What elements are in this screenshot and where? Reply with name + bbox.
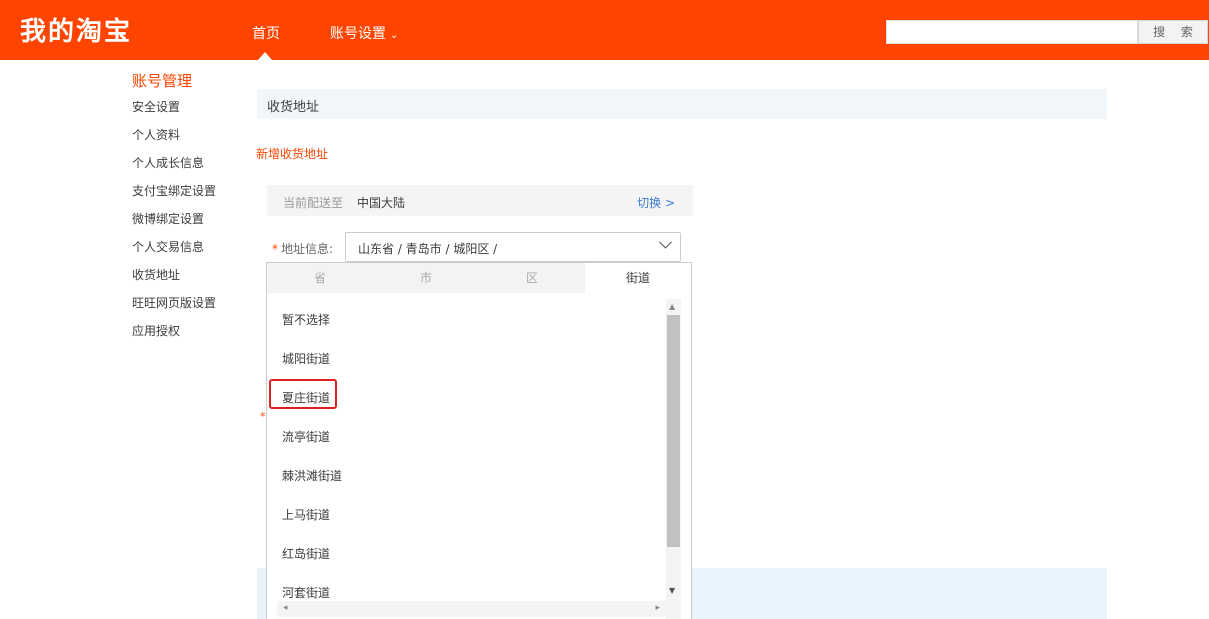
- search-button[interactable]: 搜 索: [1138, 20, 1208, 44]
- address-select-value: 山东省 / 青岛市 / 城阳区 /: [358, 242, 498, 256]
- sidebar-item-trade-info[interactable]: 个人交易信息: [132, 237, 216, 265]
- nav-home[interactable]: 首页: [252, 23, 280, 43]
- ship-to-bar: 当前配送至 中国大陆 切换 >: [267, 185, 693, 216]
- ship-to-value: 中国大陆: [357, 196, 406, 210]
- street-option[interactable]: 河套街道: [282, 584, 330, 601]
- vertical-scrollbar[interactable]: ▲ ▼: [666, 299, 681, 619]
- dropdown-tabs: 省 市 区 街道: [267, 263, 691, 293]
- required-marker: *: [272, 242, 278, 256]
- street-option[interactable]: 红岛街道: [282, 545, 330, 562]
- required-marker: *: [260, 410, 266, 423]
- top-bar: 我的淘宝 首页 账号设置 ⌄ 搜 索: [0, 0, 1209, 60]
- panel-header: 收货地址: [257, 89, 1107, 119]
- street-option[interactable]: 上马街道: [282, 506, 330, 523]
- sidebar-item-alipay[interactable]: 支付宝绑定设置: [132, 181, 216, 209]
- horizontal-scrollbar[interactable]: ◂ ▸: [277, 601, 666, 617]
- sidebar-item-wangwang[interactable]: 旺旺网页版设置: [132, 293, 216, 321]
- sidebar-title: 账号管理: [132, 72, 193, 90]
- highlighted-option-frame: [269, 379, 337, 409]
- sidebar-item-address[interactable]: 收货地址: [132, 265, 216, 293]
- chevron-down-icon: ⌄: [390, 30, 399, 41]
- tab-district[interactable]: 区: [479, 263, 585, 293]
- sidebar-item-security[interactable]: 安全设置: [132, 97, 216, 125]
- panel-title: 收货地址: [267, 100, 320, 115]
- tab-province[interactable]: 省: [267, 263, 373, 293]
- sidebar-item-profile[interactable]: 个人资料: [132, 125, 216, 153]
- address-select[interactable]: 山东省 / 青岛市 / 城阳区 /: [345, 232, 681, 262]
- chevron-down-icon: [659, 235, 672, 249]
- scroll-up-icon[interactable]: ▲: [669, 302, 675, 311]
- address-label-text: 地址信息:: [281, 242, 334, 256]
- scroll-right-icon[interactable]: ▸: [655, 603, 660, 613]
- switch-region-link[interactable]: 切换 >: [637, 194, 675, 211]
- street-option[interactable]: 棘洪滩街道: [282, 467, 342, 484]
- nav-account-settings[interactable]: 账号设置 ⌄: [330, 23, 398, 43]
- street-option[interactable]: 城阳街道: [282, 350, 330, 367]
- logo[interactable]: 我的淘宝: [20, 11, 132, 48]
- ship-to-label: 当前配送至: [283, 196, 344, 210]
- address-field-label: * 地址信息:: [272, 240, 333, 257]
- street-option[interactable]: 流亭街道: [282, 428, 330, 445]
- address-dropdown: 省 市 区 街道 暂不选择 城阳街道 夏庄街道 流亭街道 棘洪滩街道 上马街道 …: [266, 262, 692, 619]
- sidebar-menu: 安全设置 个人资料 个人成长信息 支付宝绑定设置 微博绑定设置 个人交易信息 收…: [132, 97, 216, 349]
- new-address-link[interactable]: 新增收货地址: [256, 145, 328, 162]
- scrollbar-thumb[interactable]: [667, 315, 680, 547]
- active-nav-caret: [258, 52, 272, 60]
- sidebar-item-weibo[interactable]: 微博绑定设置: [132, 209, 216, 237]
- street-option[interactable]: 暂不选择: [282, 311, 330, 328]
- sidebar-item-growth[interactable]: 个人成长信息: [132, 153, 216, 181]
- nav-account-settings-label: 账号设置: [330, 26, 386, 42]
- search-input[interactable]: [886, 20, 1138, 44]
- sidebar-item-app-auth[interactable]: 应用授权: [132, 321, 216, 349]
- scroll-down-icon[interactable]: ▼: [669, 586, 675, 595]
- tab-street[interactable]: 街道: [585, 263, 691, 293]
- tab-city[interactable]: 市: [373, 263, 479, 293]
- scroll-left-icon[interactable]: ◂: [283, 603, 288, 613]
